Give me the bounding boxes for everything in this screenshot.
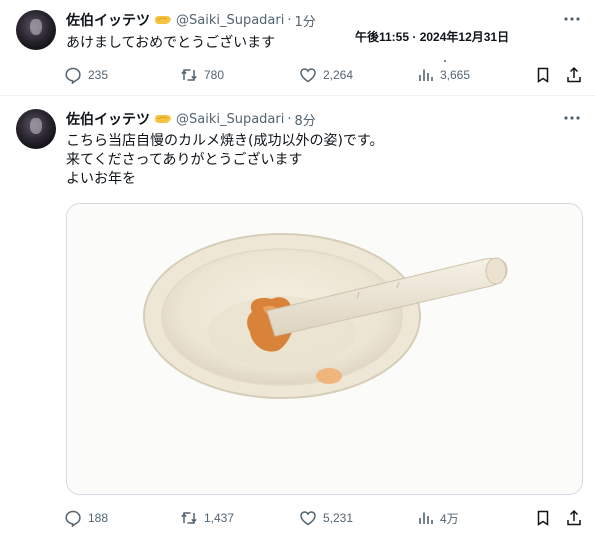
timestamp[interactable]: 8分 xyxy=(295,110,316,129)
like-button[interactable]: 5,231 xyxy=(299,508,353,528)
repost-icon xyxy=(181,69,197,81)
date-overlay: 午後11:55 · 2024年12月31日 xyxy=(355,30,510,44)
like-icon xyxy=(300,511,316,526)
reply-icon xyxy=(65,510,81,527)
like-count: 5,231 xyxy=(323,511,354,525)
repost-count: 780 xyxy=(204,68,225,82)
verified-badge-icon xyxy=(155,115,171,123)
tweet-2[interactable]: 佐伯イッテツ @Saiki_Supadari · 8分 こちら当店自慢のカルメ焼… xyxy=(0,97,595,538)
repost-button[interactable]: 1,437 xyxy=(180,508,234,528)
separator: · xyxy=(287,111,292,127)
tweet-header: 佐伯イッテツ @Saiki_Supadari · 8分 xyxy=(66,109,316,129)
tweet-photo[interactable] xyxy=(66,203,583,495)
views-count: 4万 xyxy=(440,511,459,526)
bookmark-icon xyxy=(537,510,549,526)
tweet-text-line: あけましておめでとうございます xyxy=(66,35,276,51)
bookmark-button[interactable] xyxy=(534,508,552,528)
views-icon xyxy=(419,512,433,524)
views-count: 3,665 xyxy=(440,68,471,82)
verified-badge-icon xyxy=(155,16,171,24)
share-button[interactable] xyxy=(565,65,583,85)
timestamp[interactable]: 1分 xyxy=(295,11,316,30)
display-name[interactable]: 佐伯イッテツ xyxy=(66,10,150,30)
handle[interactable]: @Saiki_Supadari xyxy=(176,112,284,127)
reply-button[interactable]: 235 xyxy=(64,65,108,85)
stray-dot xyxy=(444,60,446,62)
tweet-1[interactable]: 佐伯イッテツ @Saiki_Supadari · 1分 あけましておめでとうござ… xyxy=(0,0,595,96)
repost-button[interactable]: 780 xyxy=(180,65,224,85)
tweet-header: 佐伯イッテツ @Saiki_Supadari · 1分 xyxy=(66,10,316,30)
repost-icon xyxy=(181,512,197,524)
views-button[interactable]: 3,665 xyxy=(416,65,470,85)
tweet-text-line: 来てくださってありがとうございます xyxy=(66,152,303,168)
views-icon xyxy=(419,69,433,81)
reply-count: 188 xyxy=(88,511,109,525)
tweet-text-line: よいお年を xyxy=(66,171,136,187)
share-button[interactable] xyxy=(565,508,583,528)
views-button[interactable]: 4万 xyxy=(416,508,459,528)
like-icon xyxy=(300,68,316,83)
more-icon[interactable] xyxy=(563,109,581,127)
tweet-text-line: こちら当店自慢のカルメ焼き(成功以外の姿)です。 xyxy=(66,133,384,149)
display-name[interactable]: 佐伯イッテツ xyxy=(66,109,150,129)
avatar[interactable] xyxy=(16,10,56,50)
tweet-text: あけましておめでとうございます xyxy=(66,34,275,53)
share-icon xyxy=(567,509,581,526)
action-bar: 235 780 2,264 3,665 xyxy=(64,65,584,85)
like-button[interactable]: 2,264 xyxy=(299,65,353,85)
bowl-photo-illustration xyxy=(67,204,582,494)
reply-count: 235 xyxy=(88,68,109,82)
share-icon xyxy=(567,66,581,83)
repost-count: 1,437 xyxy=(204,511,235,525)
avatar[interactable] xyxy=(16,109,56,149)
action-bar: 188 1,437 5,231 4万 xyxy=(64,508,584,528)
like-count: 2,264 xyxy=(323,68,354,82)
separator: · xyxy=(287,12,292,28)
bookmark-icon xyxy=(537,67,549,83)
reply-icon xyxy=(65,67,81,84)
tweet-text: こちら当店自慢のカルメ焼き(成功以外の姿)です。 来てくださってありがとうござい… xyxy=(66,132,384,189)
more-icon[interactable] xyxy=(563,10,581,28)
reply-button[interactable]: 188 xyxy=(64,508,108,528)
handle[interactable]: @Saiki_Supadari xyxy=(176,13,284,28)
bookmark-button[interactable] xyxy=(534,65,552,85)
